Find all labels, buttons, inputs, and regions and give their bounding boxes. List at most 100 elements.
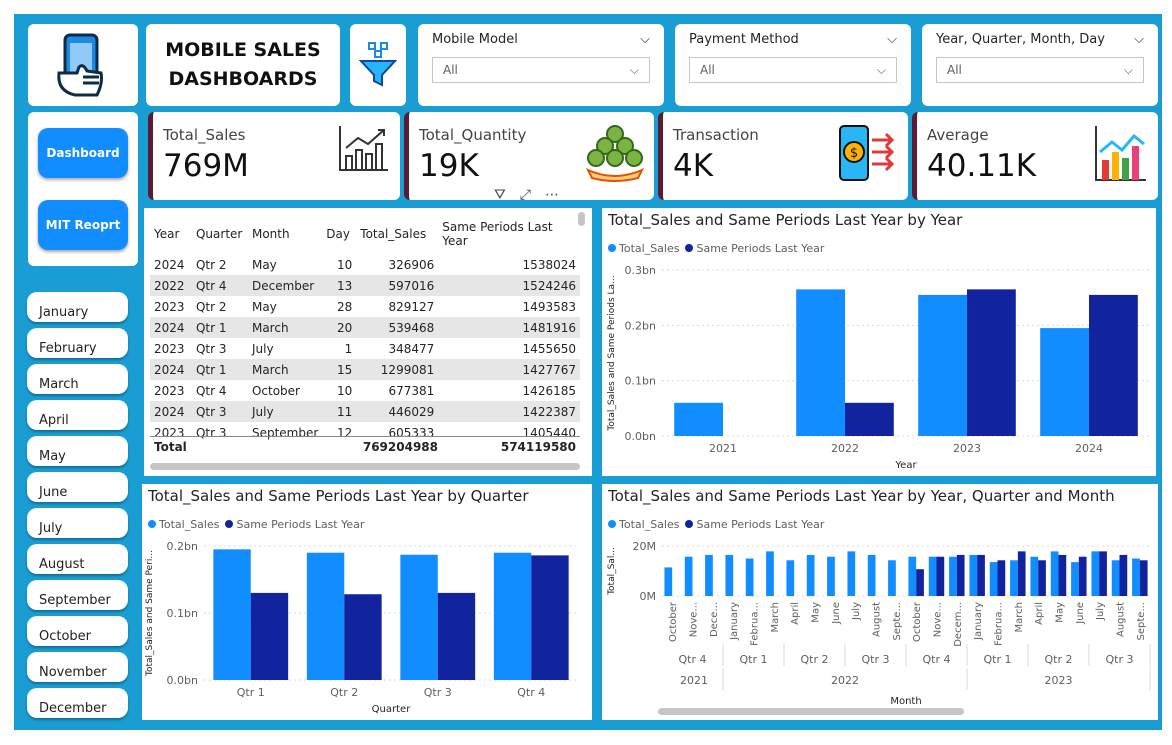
vertical-scrollbar[interactable] [578,212,585,226]
month-button-june[interactable]: June [27,472,128,502]
y-tick-label: 0.3bn [625,264,656,277]
x-tick-label: July [1095,602,1106,621]
slicer-label: Payment Method [689,32,799,47]
cell: Qtr 1 [191,317,248,338]
month-button-july[interactable]: July [27,508,128,538]
cell: March [247,359,323,380]
cell: 15 [322,359,357,380]
bar-same-period [1099,551,1107,596]
cell: Qtr 2 [195,299,227,314]
dashboard-title: MOBILE SALES DASHBOARDS [165,39,321,90]
month-button-february[interactable]: February [27,328,128,358]
chevron-down-icon: ⌵ [629,62,639,77]
bar-same-period [956,554,965,596]
table-row[interactable]: 2024 Qtr 1 March 15 1299081 1427767 [150,359,580,380]
bar-total-sales [213,549,251,680]
slicer-payment-method[interactable]: Payment Method ⌵ All ⌵ [675,24,911,106]
slicer-label: Mobile Model [432,32,518,47]
focus-mode-icon[interactable]: ⤢ [520,187,531,203]
filter-icon[interactable]: ⛛ [494,187,506,203]
column-header[interactable]: Total_Sales [356,214,438,254]
slicer-mobile-model[interactable]: Mobile Model ⌵ All ⌵ [418,24,664,106]
year-label: 2023 [1045,674,1073,687]
quarter-label: Qtr 2 [1045,653,1073,666]
mobile-hand-logo-icon [57,33,103,97]
cell: 829127 [388,299,435,314]
x-tick-label: Februa... [750,602,761,646]
table-row[interactable]: 2024 Qtr 3 July 11 446029 1422387 [150,401,580,422]
month-button-september[interactable]: September [27,580,128,610]
table-row[interactable]: 2024 Qtr 1 March 20 539468 1481916 [150,317,580,338]
x-tick-label: Septe... [892,602,903,640]
slicer-dropdown[interactable]: All ⌵ [432,57,650,83]
bar-same-period [250,592,289,680]
month-button-august[interactable]: August [27,544,128,574]
y-tick-label: 0.1bn [167,607,198,620]
mit-report-button[interactable]: MIT Reoprt [38,200,128,250]
cell: Qtr 4 [191,275,248,296]
x-tick-label: Qtr 4 [517,686,545,699]
x-tick-label: May [811,602,822,623]
column-header[interactable]: Month [248,214,322,254]
horizontal-scrollbar[interactable] [658,708,964,715]
column-header[interactable]: Year [150,214,192,254]
bar-total-sales [949,556,957,596]
bar-same-period [1038,560,1046,596]
y-tick-label: 0M [640,590,657,603]
bar-same-period [977,554,985,596]
dashboard-button[interactable]: Dashboard [38,128,128,178]
bar-total-sales [400,554,438,680]
bar-same-period [1089,294,1138,436]
month-button-april[interactable]: April [27,400,128,430]
column-header-sorted[interactable]: Same Periods Last Year [438,214,580,254]
table-row[interactable]: 2024 Qtr 2 May 10 326906 1538024 [150,254,580,275]
quarter-label: Qtr 4 [679,653,707,666]
quarter-label: Qtr 4 [923,653,951,666]
bar-total-sales [745,558,754,596]
slicer-date-hierarchy[interactable]: Year, Quarter, Month, Day ⌵ All ⌵ [922,24,1158,106]
year-label: 2021 [680,674,708,687]
slicer-dropdown[interactable]: All ⌵ [689,57,897,83]
bar-same-period [437,592,476,680]
month-button-october[interactable]: October [27,616,128,646]
y-axis-title: Total_Sal... [607,547,617,596]
bar-same-period [1139,560,1148,596]
bar-total-sales [1091,551,1100,596]
table-header-row: Year Quarter Month Day Total_Sales Same … [150,214,580,254]
y-tick-label: 0.2bn [625,319,656,332]
bar-same-period [967,289,1016,436]
table-row[interactable]: 2022 Qtr 4 December 13 597016 1524246 [150,275,580,296]
cell: 348477 [388,341,435,356]
x-tick-label: Qtr 1 [237,686,265,699]
table-row[interactable]: 2023 Qtr 4 October 10 677381 1426185 [150,380,580,401]
cell: Qtr 1 [191,359,248,380]
month-button-january[interactable]: January [27,292,128,322]
mobile-payment-icon: $ [839,125,895,181]
table-row[interactable]: 2023 Qtr 2 May 28 829127 1493583 [150,296,580,317]
month-button-november[interactable]: November [27,652,128,682]
y-axis-title: Total_Sales and Same Periods La... [607,275,617,431]
cell: Qtr 4 [195,383,227,398]
cell: May [251,299,277,314]
column-header[interactable]: Quarter [192,214,248,254]
bar-total-sales [493,552,532,680]
x-tick-label: Decem... [953,602,964,647]
bar-total-sales [674,402,723,436]
filter-panel-button[interactable] [350,24,406,106]
cell: 2023 [154,383,185,398]
cell: 10 [337,257,353,272]
bar-total-sales [908,556,917,596]
more-options-icon[interactable]: ⋯ [545,187,559,203]
x-tick-label: March [770,602,781,632]
table-row[interactable]: 2023 Qtr 3 July 1 348477 1455650 [150,338,580,359]
month-button-december[interactable]: December [27,688,128,718]
bar-total-sales [705,554,713,596]
cell: 1299081 [356,359,439,380]
slicer-dropdown[interactable]: All ⌵ [936,57,1144,83]
kpi-transaction: Transaction 4K $ [658,112,908,200]
column-header[interactable]: Day [322,214,356,254]
month-button-march[interactable]: March [27,364,128,394]
x-tick-label: 2022 [831,442,859,455]
month-button-may[interactable]: May [27,436,128,466]
horizontal-scrollbar[interactable] [150,463,580,470]
